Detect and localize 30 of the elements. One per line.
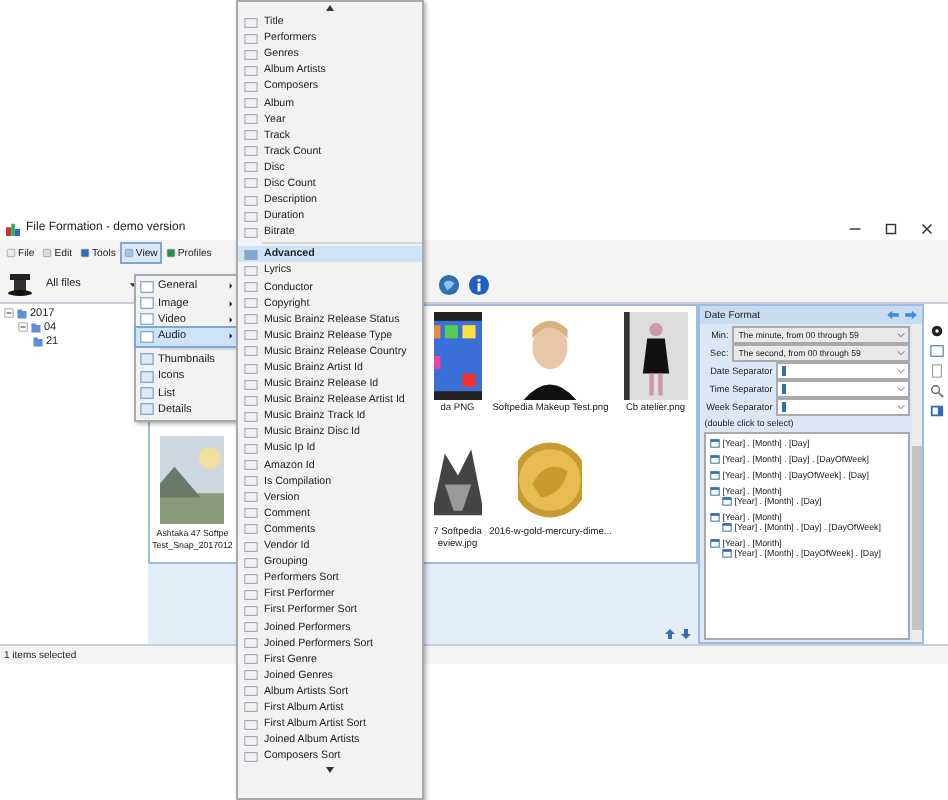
separator-dropdown[interactable] <box>776 398 911 416</box>
collapse-icon[interactable] <box>4 308 14 318</box>
menu-icon <box>123 248 134 258</box>
window-icon[interactable] <box>929 344 944 358</box>
hat-icon[interactable] <box>6 270 34 298</box>
menu-icon <box>6 248 16 258</box>
scroll-down-icon[interactable] <box>324 766 336 775</box>
separator-dropdown[interactable] <box>776 380 911 398</box>
down-arrow-icon[interactable] <box>680 628 693 640</box>
scrollbar[interactable] <box>912 324 923 642</box>
panel-icon[interactable] <box>929 404 944 418</box>
collapse-icon[interactable] <box>18 322 28 332</box>
info-icon[interactable] <box>468 273 490 295</box>
calendar-icon <box>710 438 721 448</box>
menu-icon <box>42 248 53 258</box>
gear-icon[interactable] <box>929 324 944 338</box>
calendar-icon <box>710 470 721 480</box>
page-icon[interactable] <box>929 364 944 378</box>
app-icon <box>6 221 20 235</box>
calendar-icon <box>710 454 721 464</box>
maximize-icon[interactable] <box>882 219 900 237</box>
close-icon[interactable] <box>918 219 936 237</box>
up-arrow-icon[interactable] <box>664 628 677 640</box>
search-icon[interactable] <box>929 384 944 398</box>
left-arrow-icon[interactable] <box>886 310 901 320</box>
scroll-up-icon[interactable] <box>324 4 336 12</box>
right-arrow-icon[interactable] <box>904 310 919 320</box>
separator-dropdown[interactable] <box>776 362 911 380</box>
menu-icon <box>80 248 90 258</box>
menu-icon <box>165 248 176 258</box>
